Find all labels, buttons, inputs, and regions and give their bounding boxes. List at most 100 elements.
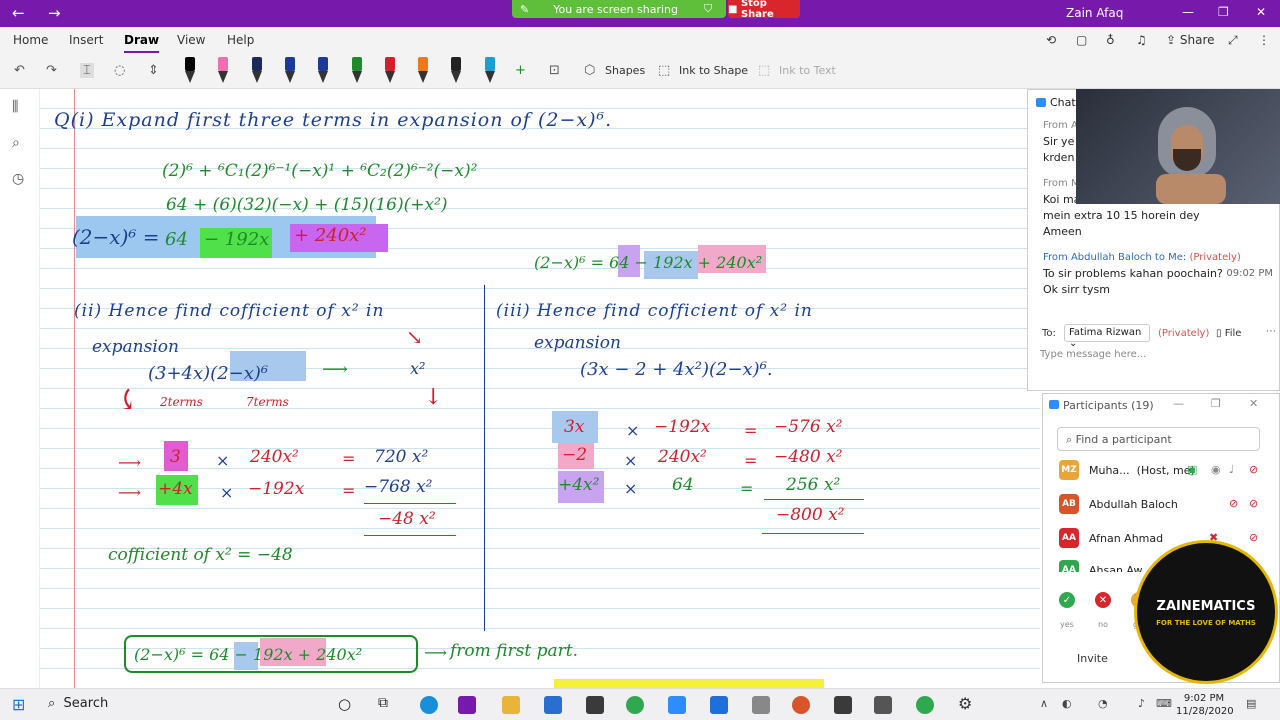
- more-icon[interactable]: ⋮: [1258, 33, 1270, 47]
- shapes-button[interactable]: Shapes: [605, 64, 645, 77]
- video-icon[interactable]: ◉: [1211, 463, 1221, 476]
- cortana-icon[interactable]: ○: [338, 695, 351, 713]
- stop-share-button[interactable]: ■ Stop Share: [728, 0, 800, 20]
- dropbox-icon[interactable]: [710, 696, 728, 714]
- edge-icon[interactable]: [420, 696, 438, 714]
- no-reaction-button[interactable]: ✕: [1095, 592, 1111, 608]
- forward-icon[interactable]: →: [48, 4, 61, 22]
- mic-off-icon[interactable]: ⊘: [1229, 497, 1238, 510]
- q2-row-1-op: ×: [216, 451, 230, 470]
- onenote-icon[interactable]: [458, 696, 476, 714]
- yes-reaction-button[interactable]: ✓: [1059, 592, 1075, 608]
- chat-message-3-private: (Privately): [1189, 252, 1241, 263]
- ink-to-shape-icon[interactable]: ⬚: [658, 63, 670, 78]
- tray-icon[interactable]: ◐: [1062, 697, 1072, 710]
- pen-green[interactable]: [350, 57, 364, 85]
- back-icon[interactable]: ←: [12, 4, 25, 22]
- app-icon-2[interactable]: [752, 696, 770, 714]
- app-icon-3[interactable]: [834, 696, 852, 714]
- chrome-profile-icon[interactable]: [792, 696, 810, 714]
- pen-red[interactable]: [383, 57, 397, 85]
- tab-view[interactable]: View: [177, 33, 205, 47]
- pen-cyan[interactable]: [483, 57, 497, 85]
- volume-icon[interactable]: ♪: [1138, 697, 1145, 710]
- screen-sharing-banner[interactable]: ✎ You are screen sharing ⛉: [512, 0, 726, 18]
- notifications-icon[interactable]: ▤: [1246, 697, 1256, 710]
- tab-insert[interactable]: Insert: [69, 33, 103, 47]
- lasso-icon[interactable]: ◌: [114, 63, 125, 78]
- wifi-icon[interactable]: ◔: [1098, 697, 1108, 710]
- add-space-icon[interactable]: ⇕: [148, 63, 159, 78]
- note-page[interactable]: Q(i) Expand first three terms in expansi…: [40, 89, 1040, 688]
- chat-message-input[interactable]: Type message here...: [1040, 349, 1146, 360]
- taskbar-clock[interactable]: 9:02 PM 11/28/2020: [1176, 692, 1234, 718]
- keyboard-icon[interactable]: ⌨: [1156, 697, 1172, 710]
- tab-draw[interactable]: Draw: [124, 33, 160, 53]
- pen-black[interactable]: [183, 57, 197, 85]
- sync-icon[interactable]: ⟲: [1046, 33, 1056, 47]
- app-icon[interactable]: [586, 696, 604, 714]
- redo-icon[interactable]: ↷: [46, 63, 57, 78]
- q2-row-2-eq: =: [342, 481, 356, 500]
- q2-row-2-arrow: ⟶: [118, 483, 141, 502]
- pen-orange[interactable]: [416, 57, 430, 85]
- zoom-taskbar-icon[interactable]: [668, 696, 686, 714]
- windows-start-icon[interactable]: ⊞: [12, 695, 25, 714]
- ruler-icon[interactable]: ⊡: [549, 63, 560, 78]
- video-off-icon[interactable]: ⊘: [1249, 497, 1258, 510]
- recent-icon[interactable]: ◷: [12, 171, 24, 187]
- chat-more-icon[interactable]: ⋯: [1266, 326, 1276, 337]
- pen-dark[interactable]: [449, 57, 463, 85]
- share-button[interactable]: ⇪ Share: [1166, 33, 1215, 47]
- avatar: AB: [1059, 494, 1079, 514]
- maximize-icon[interactable]: ❐: [1211, 397, 1221, 410]
- add-pen-icon[interactable]: +: [515, 63, 526, 78]
- tab-help[interactable]: Help: [227, 33, 254, 47]
- app-icon-4[interactable]: [874, 696, 892, 714]
- pen-blue[interactable]: [283, 57, 297, 85]
- chat-title: Chat: [1036, 96, 1076, 109]
- maximize-icon[interactable]: ❐: [1218, 5, 1229, 19]
- search-icon[interactable]: ⌕: [12, 135, 20, 151]
- mic-icon[interactable]: ♩: [1229, 463, 1234, 476]
- ink-to-shape-button[interactable]: Ink to Shape: [679, 64, 748, 77]
- q2-terms-b: 7terms: [246, 395, 289, 409]
- participant-search-input[interactable]: ⌕ Find a participant: [1057, 427, 1260, 451]
- video-off-icon[interactable]: ⊘: [1249, 531, 1258, 544]
- minimize-icon[interactable]: —: [1173, 397, 1184, 410]
- minimize-icon[interactable]: —: [1182, 5, 1194, 19]
- tray-chevron-icon[interactable]: ∧: [1040, 697, 1048, 710]
- chrome-icon[interactable]: [626, 696, 644, 714]
- avatar: AA: [1059, 528, 1079, 548]
- taskbar-search[interactable]: ⌕ Search: [48, 696, 108, 711]
- pen-navy[interactable]: [250, 57, 264, 85]
- invite-button[interactable]: Invite: [1077, 652, 1108, 665]
- notebooks-icon[interactable]: ⫼: [12, 99, 18, 115]
- pen-blue-2[interactable]: [316, 57, 330, 85]
- chat-file-button[interactable]: ▯ File: [1216, 328, 1241, 339]
- lightbulb-icon[interactable]: ♁: [1106, 33, 1115, 47]
- type-select-icon[interactable]: ⌶: [80, 63, 94, 78]
- file-explorer-icon[interactable]: [502, 696, 520, 714]
- q3-row-1-b: −192x: [654, 417, 711, 437]
- participant-row[interactable]: AB Abdullah Baloch ⊘ ⊘: [1057, 492, 1267, 518]
- expand-icon[interactable]: ⤢: [1228, 33, 1238, 48]
- shapes-icon[interactable]: ⬡: [584, 63, 595, 78]
- q2-arrow: ⟶: [322, 359, 348, 380]
- settings-icon[interactable]: ⚙: [958, 694, 972, 713]
- highlighter-pink[interactable]: [216, 57, 230, 85]
- bell-icon[interactable]: ♫: [1136, 33, 1147, 47]
- chat-recipient-select[interactable]: Fatima Rizwan ⌄: [1064, 324, 1150, 349]
- q2-answer: cofficient of x² = −48: [108, 545, 293, 565]
- close-icon[interactable]: ✕: [1249, 397, 1258, 410]
- q2-curve-arrow-right: ↓: [424, 385, 443, 410]
- video-off-icon[interactable]: ⊘: [1249, 463, 1258, 476]
- undo-icon[interactable]: ↶: [14, 63, 25, 78]
- task-view-icon[interactable]: ⧉: [378, 695, 388, 711]
- pages-icon[interactable]: ▢: [1076, 33, 1087, 47]
- chrome-icon-2[interactable]: [916, 696, 934, 714]
- tab-home[interactable]: Home: [13, 33, 48, 47]
- close-icon[interactable]: ✕: [1256, 5, 1266, 19]
- participant-row[interactable]: MZ Muha... (Host, me) ▣ ◉ ♩ ⊘: [1057, 458, 1267, 484]
- store-icon[interactable]: [544, 696, 562, 714]
